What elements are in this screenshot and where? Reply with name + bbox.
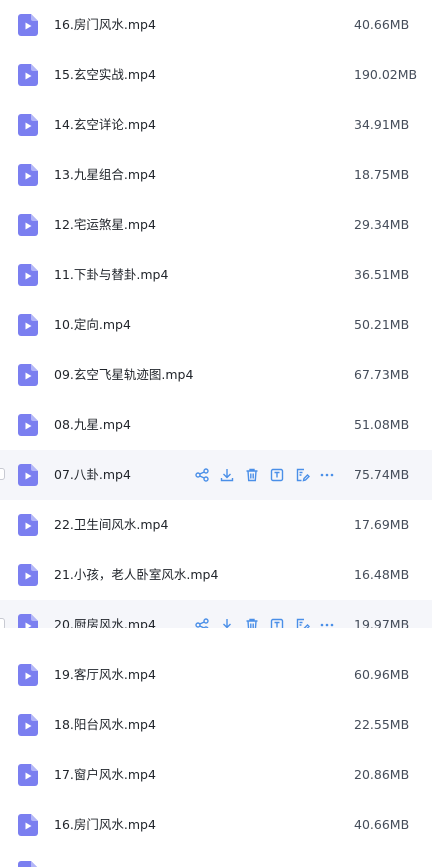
edit-icon[interactable] [294,467,310,483]
video-file-icon [18,764,38,786]
file-size: 190.02MB [354,67,418,82]
video-file-icon [18,664,38,686]
video-file-icon [18,714,38,736]
file-row[interactable]: 14.玄空详论.mp4 34.91MB [0,100,432,150]
video-file-icon [18,364,38,386]
file-size: 34.91MB [354,117,410,132]
file-size: 22.55MB [354,717,410,732]
file-name: 21.小孩，老人卧室风水.mp4 [54,567,219,582]
file-row-partial[interactable] [0,861,432,867]
more-icon[interactable] [319,467,335,483]
file-row[interactable]: 16.房门风水.mp4 40.66MB [0,800,432,850]
file-row[interactable]: 12.宅运煞星.mp4 29.34MB [0,200,432,250]
file-size: 50.21MB [354,317,410,332]
file-row[interactable]: 17.窗户风水.mp4 20.86MB [0,750,432,800]
video-file-icon [18,264,38,286]
text-extract-icon[interactable] [269,617,285,628]
file-name: 18.阳台风水.mp4 [54,717,156,732]
file-row[interactable]: 10.定向.mp4 50.21MB [0,300,432,350]
file-row[interactable]: 15.玄空实战.mp4 190.02MB [0,50,432,100]
file-size: 51.08MB [354,417,410,432]
video-file-icon [18,314,38,336]
file-name: 20.厨房风水.mp4 [54,617,156,628]
file-row[interactable]: 19.客厅风水.mp4 60.96MB [0,650,432,700]
file-name: 08.九星.mp4 [54,417,131,432]
file-name: 07.八卦.mp4 [54,467,131,482]
file-size: 29.34MB [354,217,410,232]
video-file-icon [18,414,38,436]
video-file-icon [18,514,38,536]
file-row[interactable]: 09.玄空飞星轨迹图.mp4 67.73MB [0,350,432,400]
video-file-icon [18,564,38,586]
video-file-icon [18,64,38,86]
file-row[interactable]: 11.下卦与替卦.mp4 36.51MB [0,250,432,300]
file-name: 12.宅运煞星.mp4 [54,217,156,232]
file-size: 19.97MB [354,617,410,628]
row-actions [194,617,335,628]
file-size: 20.86MB [354,767,410,782]
text-extract-icon[interactable] [269,467,285,483]
file-size: 16.48MB [354,567,410,582]
file-name: 16.房门风水.mp4 [54,817,156,832]
file-name: 15.玄空实战.mp4 [54,67,156,82]
file-name: 19.客厅风水.mp4 [54,667,156,682]
file-size: 17.69MB [354,517,410,532]
file-list: 16.房门风水.mp4 40.66MB 15.玄空实战.mp4 190.02MB… [0,0,432,867]
file-row[interactable]: 21.小孩，老人卧室风水.mp4 16.48MB [0,550,432,600]
video-file-icon [18,214,38,236]
delete-icon[interactable] [244,467,260,483]
file-name: 16.房门风水.mp4 [54,17,156,32]
delete-icon[interactable] [244,617,260,628]
video-file-icon [18,14,38,36]
file-row[interactable]: 13.九星组合.mp4 18.75MB [0,150,432,200]
file-row-hovered[interactable]: 07.八卦.mp4 75.74MB [0,450,432,500]
file-row[interactable]: 08.九星.mp4 51.08MB [0,400,432,450]
file-name: 13.九星组合.mp4 [54,167,156,182]
file-name: 22.卫生间风水.mp4 [54,517,169,532]
download-icon[interactable] [219,617,235,628]
file-name: 14.玄空详论.mp4 [54,117,156,132]
share-icon[interactable] [194,617,210,628]
file-size: 75.74MB [354,467,410,482]
file-row[interactable]: 18.阳台风水.mp4 22.55MB [0,700,432,750]
file-size: 36.51MB [354,267,410,282]
video-file-icon [18,114,38,136]
video-file-icon [18,614,38,628]
row-checkbox[interactable] [0,618,5,628]
file-size: 18.75MB [354,167,410,182]
share-icon[interactable] [194,467,210,483]
video-file-icon [18,464,38,486]
edit-icon[interactable] [294,617,310,628]
file-size: 60.96MB [354,667,410,682]
download-icon[interactable] [219,467,235,483]
file-name: 09.玄空飞星轨迹图.mp4 [54,367,194,382]
file-name: 11.下卦与替卦.mp4 [54,267,169,282]
file-size: 67.73MB [354,367,410,382]
file-row[interactable]: 22.卫生间风水.mp4 17.69MB [0,500,432,550]
video-file-icon [18,164,38,186]
row-checkbox[interactable] [0,468,5,480]
file-size: 40.66MB [354,817,410,832]
file-name: 10.定向.mp4 [54,317,131,332]
file-size: 40.66MB [354,17,410,32]
video-file-icon [18,814,38,836]
file-name: 17.窗户风水.mp4 [54,767,156,782]
file-row-hovered[interactable]: 20.厨房风水.mp4 19.97MB [0,600,432,628]
video-file-icon [18,861,37,867]
more-icon[interactable] [319,617,335,628]
file-row[interactable]: 16.房门风水.mp4 40.66MB [0,0,432,50]
row-actions [194,467,335,483]
